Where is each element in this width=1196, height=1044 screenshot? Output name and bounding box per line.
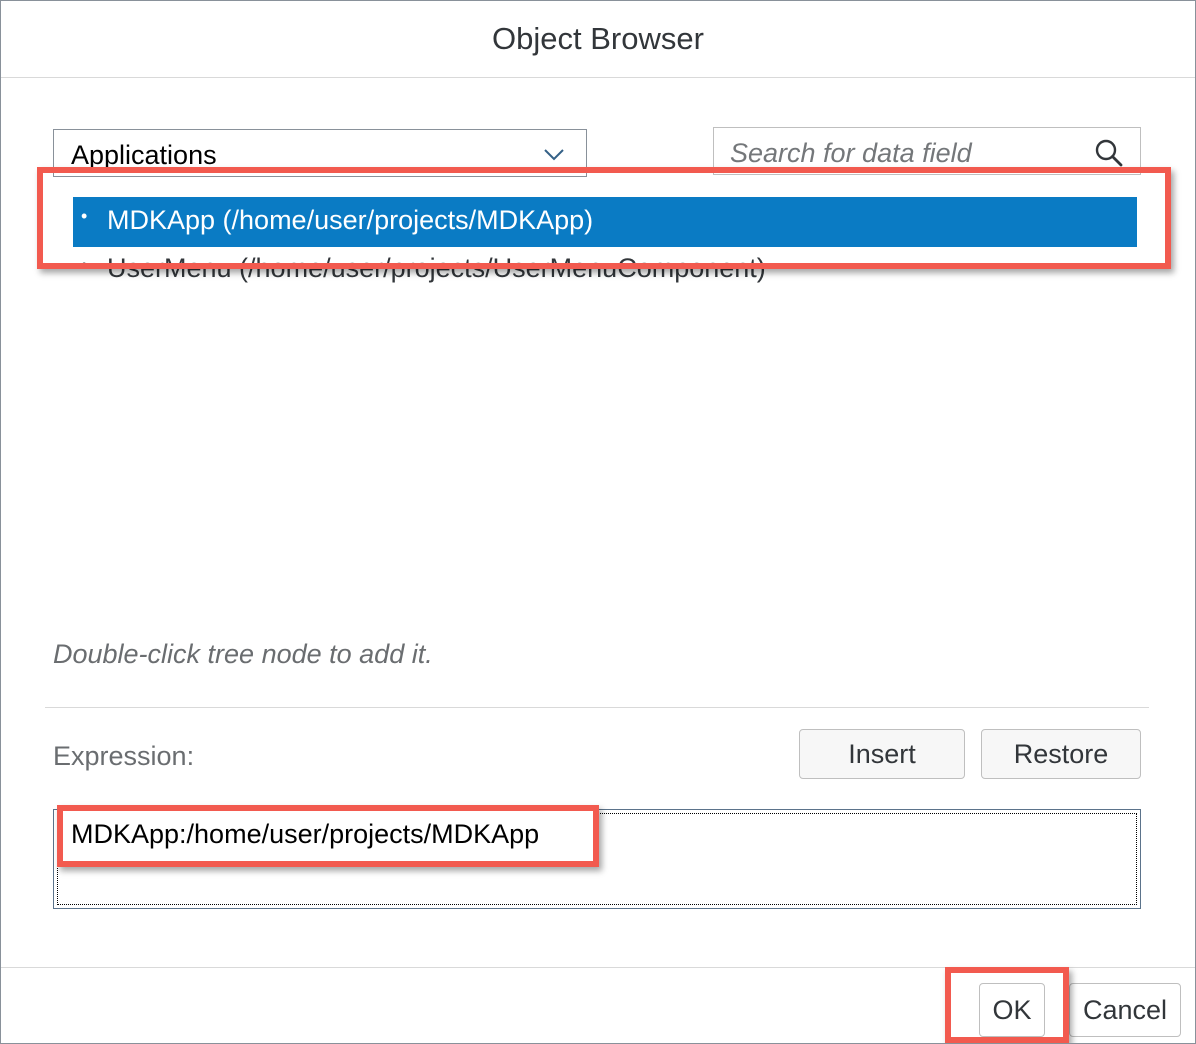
dialog-header: Object Browser <box>1 1 1195 78</box>
tree-bullet-icon: • <box>81 206 88 226</box>
category-select-value: Applications <box>71 140 217 170</box>
search-icon[interactable] <box>1094 138 1124 168</box>
dialog-footer-divider <box>1 967 1195 968</box>
section-divider <box>45 707 1149 708</box>
tree-item-usermenu[interactable]: • UserMenu (/home/user/projects/UserMenu… <box>73 251 1137 291</box>
expression-value: MDKApp:/home/user/projects/MDKApp <box>71 819 540 849</box>
cancel-button[interactable]: Cancel <box>1069 983 1181 1037</box>
restore-button[interactable]: Restore <box>981 729 1141 779</box>
insert-button[interactable]: Insert <box>799 729 965 779</box>
expression-label: Expression: <box>53 741 195 771</box>
object-browser-dialog: Object Browser Applications • UserMenu (… <box>0 0 1196 1044</box>
tree-item-label: UserMenu (/home/user/projects/UserMenuCo… <box>107 253 766 283</box>
dialog-title: Object Browser <box>492 21 704 56</box>
ok-button[interactable]: OK <box>979 983 1045 1037</box>
search-input[interactable] <box>728 134 1092 172</box>
application-tree: • UserMenu (/home/user/projects/UserMenu… <box>1 1 1195 601</box>
tree-item-mdkapp[interactable]: • MDKApp (/home/user/projects/MDKApp) <box>73 197 1137 247</box>
tree-bullet-icon: • <box>81 255 88 275</box>
chevron-down-icon[interactable] <box>542 142 566 166</box>
hint-text: Double-click tree node to add it. <box>53 639 433 669</box>
search-field[interactable] <box>713 127 1141 175</box>
tree-item-label: MDKApp (/home/user/projects/MDKApp) <box>107 205 594 235</box>
category-select[interactable]: Applications <box>53 129 587 177</box>
